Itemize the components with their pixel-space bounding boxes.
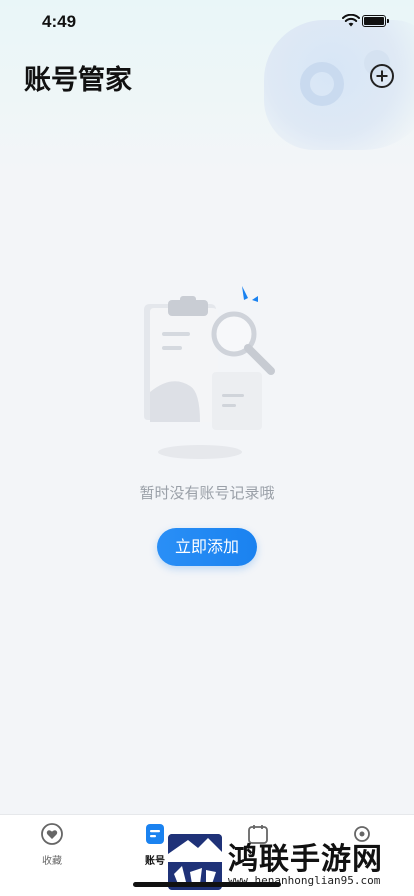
watermark-title: 鸿联手游网 [228,842,383,877]
tab-favorites-label: 收藏 [42,856,62,867]
decoration-ring-icon [300,62,344,106]
document-icon [146,824,164,844]
add-account-button[interactable] [370,64,394,88]
add-now-button[interactable]: 立即添加 [157,528,257,566]
tab-favorites[interactable]: 收藏 [22,823,82,867]
battery-icon [362,15,389,27]
home-indicator[interactable] [133,882,281,887]
wifi-icon [342,14,360,27]
status-bar: 4:49 [0,0,414,46]
empty-illustration [144,286,275,459]
status-time: 4:49 [42,12,77,31]
page-title: 账号管家 [24,65,132,96]
heart-icon [41,823,63,845]
empty-state-message: 暂时没有账号记录哦 [139,484,275,502]
